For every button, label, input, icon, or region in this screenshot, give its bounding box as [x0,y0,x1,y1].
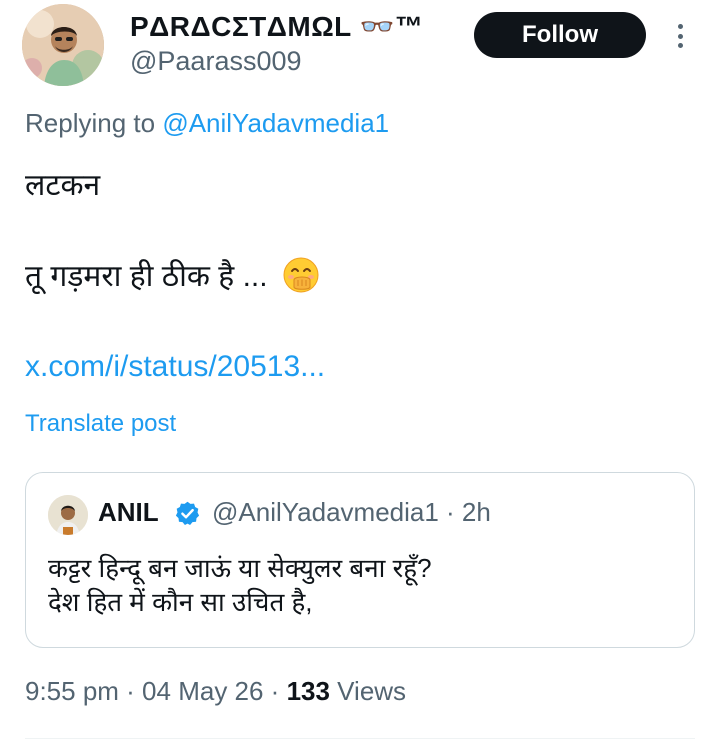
views-count: 133 [286,676,330,706]
quoted-post-card[interactable]: ANIL @AnilYadavmedia1 · 2h कट्टर हिन्दू … [25,472,695,648]
quoted-post-text: कट्टर हिन्दू बन जाऊं या सेक्युलर बना रहू… [48,551,432,619]
quoted-author-avatar[interactable] [48,495,88,535]
quoted-post-text-line-2: देश हित में कौन सा उचित है, [48,587,313,617]
face-with-hand-over-mouth-emoji [283,257,319,293]
replying-prefix: Replying to [25,108,163,138]
post-link[interactable]: x.com/i/status/20513... [25,350,325,384]
author-handle[interactable]: @Paarass009 [130,46,302,77]
translate-post-button[interactable]: Translate post [25,410,176,438]
post-timestamp[interactable]: 9:55 pm · 04 May 26 · [25,676,287,706]
post-text-line-1: लटकन [25,169,101,202]
replying-to-mention[interactable]: @AnilYadavmedia1 [162,108,389,138]
post-text-line-2-container: तू गड़मरा ही ठीक है ... [25,256,320,297]
post-text-line-2: तू गड़मरा ही ठीक है ... [25,260,268,293]
author-display-name[interactable]: PΔRΔCΣTΔMΩL 👓™ [130,10,423,43]
author-avatar-image [22,4,104,86]
more-vertical-icon[interactable] [668,18,692,54]
bottom-divider [25,738,695,739]
post-meta: 9:55 pm · 04 May 26 · 133 Views [25,676,406,707]
quoted-author-name[interactable]: ANIL [98,497,159,528]
follow-button[interactable]: Follow [474,12,646,58]
more-dot [677,43,683,48]
quoted-author-handle-time: @AnilYadavmedia1 · 2h [212,497,491,527]
more-dot [677,24,683,29]
author-avatar[interactable] [22,4,104,86]
verified-badge-icon [175,501,200,525]
views-label: Views [329,676,407,706]
post-header: PΔRΔCΣTΔMΩL 👓™ @Paarass009 Follow [0,0,720,100]
quoted-post-text-line-1: कट्टर हिन्दू बन जाऊं या सेक्युलर बना रहू… [48,553,432,583]
replying-to-line: Replying to @AnilYadavmedia1 [25,108,389,139]
more-dot [677,33,683,39]
quoted-author-avatar-image [48,495,88,535]
